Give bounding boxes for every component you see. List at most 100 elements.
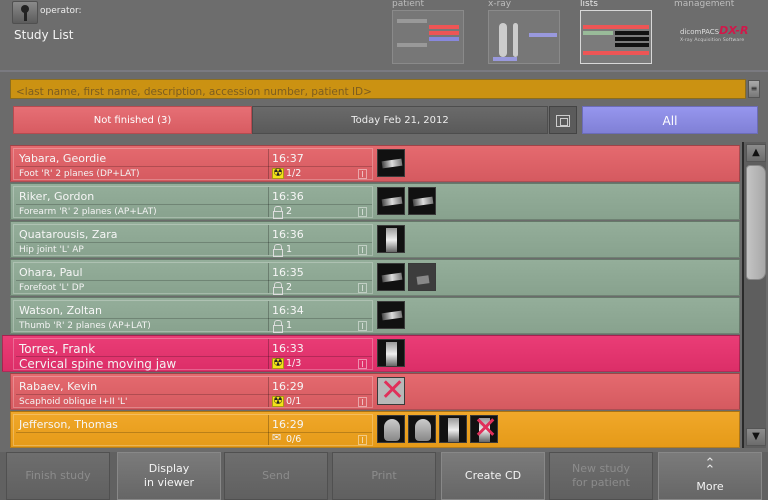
filter-not-finished-button[interactable]: Not finished (3)	[13, 106, 252, 134]
scroll-down-button[interactable]: ▼	[746, 428, 766, 446]
reorder-handle-icon[interactable]	[358, 283, 367, 293]
image-thumbnail[interactable]	[377, 225, 405, 253]
study-description: Foot 'R' 2 planes (DP+LAT)	[19, 169, 140, 179]
header: operator: Study List patient x-ray lists	[0, 0, 768, 72]
study-row[interactable]: Yabara, Geordie Foot 'R' 2 planes (DP+LAT…	[10, 145, 740, 182]
lock-icon	[272, 282, 284, 295]
radiation-icon	[272, 395, 284, 407]
image-thumbnail[interactable]	[439, 415, 467, 443]
study-info: Jefferson, Thomas 16:29 0/6	[13, 414, 373, 446]
image-thumbnail[interactable]	[377, 301, 405, 329]
create-cd-button[interactable]: Create CD	[441, 452, 545, 500]
patient-name: Ohara, Paul	[19, 266, 83, 279]
filter-all-button[interactable]: All	[582, 106, 758, 134]
button-label: Create CD	[464, 469, 522, 482]
button-label: More	[696, 480, 724, 493]
brand-name-suffix: DX-R	[719, 24, 749, 37]
reorder-handle-icon[interactable]	[358, 169, 367, 179]
row-column-divider	[268, 415, 269, 445]
study-list-scrollbar[interactable]: ▲ ▼	[742, 142, 766, 448]
study-row[interactable]: Torres, Frank Cervical spine moving jaw 16…	[2, 335, 740, 372]
search-options-button[interactable]: ≡	[748, 80, 760, 98]
image-thumbnail[interactable]	[408, 263, 436, 291]
mail-icon	[272, 432, 284, 445]
image-thumbnail[interactable]	[377, 263, 405, 291]
row-column-divider	[268, 263, 269, 293]
row-divider	[16, 204, 372, 205]
reorder-handle-icon[interactable]	[358, 321, 367, 331]
row-column-divider	[268, 187, 269, 217]
study-description: Forefoot 'L' DP	[19, 283, 85, 293]
lock-icon	[272, 320, 284, 333]
rejected-image-thumbnail[interactable]	[470, 415, 498, 443]
study-row[interactable]: Watson, Zoltan Thumb 'R' 2 planes (AP+LAT…	[10, 297, 740, 334]
nav-patient-label: patient	[392, 0, 425, 9]
operator-key-icon[interactable]	[12, 1, 38, 24]
image-count: 0/6	[286, 434, 302, 445]
button-label: Print	[371, 469, 397, 482]
lock-icon	[272, 206, 284, 219]
reorder-handle-icon[interactable]	[358, 207, 367, 217]
nav-lists-label: lists	[580, 0, 598, 9]
finish-study-button[interactable]: Finish study	[6, 452, 110, 500]
reorder-handle-icon[interactable]	[358, 397, 367, 407]
study-info: Torres, Frank Cervical spine moving jaw 16…	[13, 338, 373, 371]
study-row[interactable]: Quatarousis, Zara Hip joint 'L' AP 16:36 1	[10, 221, 740, 258]
image-count: 1/3	[286, 358, 302, 369]
calendar-button[interactable]	[549, 106, 577, 134]
image-count: 0/1	[286, 396, 302, 407]
image-thumbnail[interactable]	[377, 339, 405, 367]
nav-xray-preview[interactable]	[488, 10, 560, 64]
nav-xray-label: x-ray	[488, 0, 512, 9]
action-bar: Finish study Display in viewer Send Print Cr…	[0, 452, 768, 500]
study-description: Cervical spine moving jaw	[19, 357, 177, 371]
reorder-handle-icon[interactable]	[358, 245, 367, 255]
display-in-viewer-button[interactable]: Display in viewer	[117, 452, 221, 500]
image-thumbnail[interactable]	[408, 415, 436, 443]
search-input[interactable]	[11, 83, 745, 101]
image-thumbnail[interactable]	[408, 187, 436, 215]
study-info: Watson, Zoltan Thumb 'R' 2 planes (AP+LAT…	[13, 300, 373, 333]
patient-name: Riker, Gordon	[19, 190, 95, 203]
reorder-handle-icon[interactable]	[358, 435, 367, 445]
filter-date-button[interactable]: Today Feb 21, 2012	[252, 106, 548, 134]
patient-name: Watson, Zoltan	[19, 304, 102, 317]
scroll-up-button[interactable]: ▲	[746, 144, 766, 162]
image-thumbnail[interactable]	[377, 149, 405, 177]
print-button[interactable]: Print	[332, 452, 436, 500]
study-description: Scaphoid oblique I+II 'L'	[19, 397, 128, 407]
study-time: 16:33	[272, 342, 304, 355]
new-study-for-patient-button[interactable]: New study for patient	[549, 452, 653, 500]
brand-tagline: X-ray Acquisition Software	[680, 38, 745, 43]
nav-patient-preview[interactable]	[392, 10, 464, 64]
study-info: Ohara, Paul Forefoot 'L' DP 16:35 2	[13, 262, 373, 295]
page-title: Study List	[14, 28, 74, 42]
image-thumbnails	[377, 339, 405, 369]
reorder-handle-icon[interactable]	[358, 359, 367, 369]
study-row[interactable]: Rabaev, Kevin Scaphoid oblique I+II 'L' 16…	[10, 373, 740, 410]
study-time: 16:36	[272, 190, 304, 203]
study-row[interactable]: Ohara, Paul Forefoot 'L' DP 16:35 2	[10, 259, 740, 296]
more-button[interactable]: ⌃ ⌃ More	[658, 452, 762, 500]
nav-management-label: management	[674, 0, 735, 9]
rejected-image-thumbnail[interactable]	[377, 377, 405, 405]
study-row[interactable]: Riker, Gordon Forearm 'R' 2 planes (AP+LA…	[10, 183, 740, 220]
image-thumbnails	[377, 377, 405, 407]
radiation-icon	[272, 167, 284, 179]
patient-name: Yabara, Geordie	[19, 152, 107, 165]
image-thumbnails	[377, 415, 498, 445]
row-divider	[16, 242, 372, 243]
study-list: Yabara, Geordie Foot 'R' 2 planes (DP+LAT…	[2, 142, 740, 448]
chevron-double-up-icon: ⌃ ⌃	[704, 456, 716, 478]
patient-name: Rabaev, Kevin	[19, 380, 98, 393]
row-divider	[16, 166, 372, 167]
image-thumbnail[interactable]	[377, 415, 405, 443]
send-button[interactable]: Send	[224, 452, 328, 500]
study-info: Riker, Gordon Forearm 'R' 2 planes (AP+LA…	[13, 186, 373, 219]
scroll-thumb[interactable]	[746, 165, 766, 280]
button-label: Send	[262, 469, 290, 482]
study-row[interactable]: Jefferson, Thomas 16:29 0/6	[10, 411, 740, 448]
image-thumbnail[interactable]	[377, 187, 405, 215]
patient-name: Jefferson, Thomas	[19, 418, 118, 431]
nav-lists-preview[interactable]	[580, 10, 652, 64]
